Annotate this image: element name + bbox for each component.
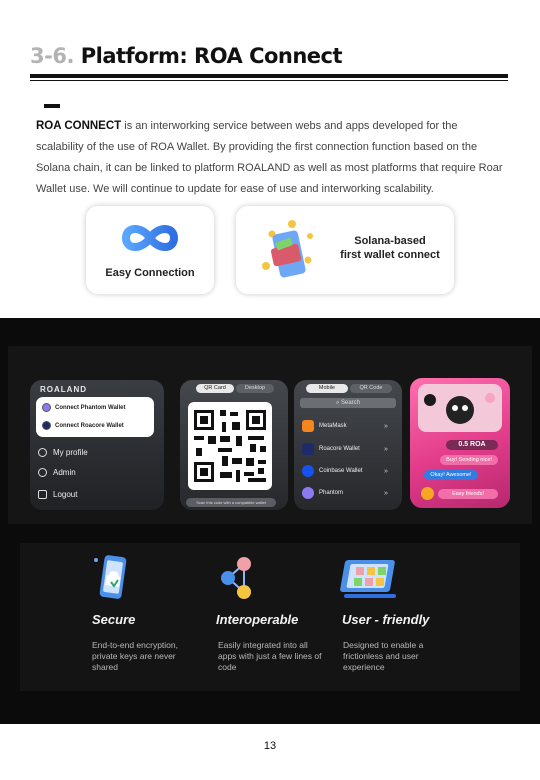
user-friendly-screen-icon — [340, 560, 396, 598]
chat-amount: 0.5 ROA — [446, 440, 498, 450]
phantom-icon — [42, 403, 51, 412]
feature-interoperable-title: Interoperable — [216, 612, 299, 627]
feature-interoperable-desc: Easily integrated into all apps with jus… — [218, 640, 322, 672]
roaland-brand: ROALAND — [40, 385, 87, 394]
phone-wallet-icon — [262, 220, 313, 278]
chevron-right-icon: » — [384, 467, 388, 475]
qr-code — [188, 402, 272, 490]
feature-user-friendly-desc: Designed to enable a frictionless and us… — [343, 640, 424, 672]
section-number: 3-6. — [30, 44, 74, 68]
chevron-right-icon: » — [384, 445, 388, 453]
chat-message-1: Buy! Sending nice! — [440, 455, 498, 465]
wallet-item-phantom[interactable]: Phantom» — [302, 487, 388, 499]
menu-admin[interactable]: Admin — [38, 468, 76, 477]
coinbase-icon — [302, 465, 314, 477]
section-title: Platform: ROA Connect — [80, 44, 343, 68]
gear-icon — [38, 468, 47, 477]
metamask-icon — [302, 420, 314, 432]
solana-line2: first wallet connect — [340, 249, 440, 261]
feature-user-friendly-title: User - friendly — [342, 612, 430, 627]
qr-caption: Scan this code with a compatible wallet — [186, 498, 276, 507]
intro-paragraph: ROA CONNECT is an interworking service b… — [36, 116, 506, 200]
tab-desktop[interactable]: Desktop — [236, 384, 274, 393]
interoperable-nodes-icon — [221, 557, 251, 599]
connect-phantom-option[interactable]: Connect Phantom Wallet — [42, 403, 125, 412]
paragraph-marker — [44, 104, 60, 108]
title-rule — [30, 74, 508, 78]
wallet-connect-popup: Connect Phantom Wallet Connect Roacore W… — [36, 397, 154, 437]
roacore-icon — [42, 421, 51, 430]
infinity-icon — [121, 225, 179, 251]
intro-lead: ROA CONNECT — [36, 120, 122, 132]
page-number: 13 — [263, 740, 277, 752]
menu-my-profile[interactable]: My profile — [38, 448, 88, 457]
feature-secure-desc: End-to-end encryption, private keys are … — [92, 640, 178, 672]
qr-code-icon — [194, 410, 266, 482]
wallet-item-roacore[interactable]: Roacore Wallet» — [302, 443, 388, 455]
connect-roacore-option[interactable]: Connect Roacore Wallet — [42, 421, 124, 430]
logout-icon — [38, 490, 47, 499]
roacore-icon — [302, 443, 314, 455]
chat-message-3: Easy friends! — [438, 489, 498, 499]
chat-message-2: Okay! Awesome! — [424, 470, 478, 480]
tab-qr-code[interactable]: QR Code — [350, 384, 392, 393]
title-rule-thin — [30, 80, 508, 81]
solana-connect-label: Solana-based first wallet connect — [328, 234, 452, 262]
page-title: 3-6. Platform: ROA Connect — [30, 44, 343, 68]
wallet-item-coinbase[interactable]: Coinbase Wallet» — [302, 465, 388, 477]
wallet-search-input[interactable]: ⌕ Search — [300, 398, 396, 408]
chevron-right-icon: » — [384, 422, 388, 430]
user-icon — [38, 448, 47, 457]
easy-connection-label: Easy Connection — [105, 267, 195, 279]
chat-image — [418, 384, 502, 432]
solana-line1: Solana-based — [354, 235, 426, 247]
tab-qr-card[interactable]: QR Card — [196, 384, 234, 393]
menu-logout[interactable]: Logout — [38, 490, 77, 499]
avatar — [421, 487, 434, 500]
secure-phone-icon — [94, 555, 127, 599]
solana-connect-card: Solana-based first wallet connect — [236, 206, 454, 294]
easy-connection-card: Easy Connection — [86, 206, 214, 294]
wallet-item-metamask[interactable]: MetaMask» — [302, 420, 388, 432]
mascot-icon — [424, 393, 495, 424]
phantom-icon — [302, 487, 314, 499]
feature-secure-title: Secure — [92, 612, 136, 627]
chevron-right-icon: » — [384, 489, 388, 497]
tab-mobile[interactable]: Mobile — [306, 384, 348, 393]
